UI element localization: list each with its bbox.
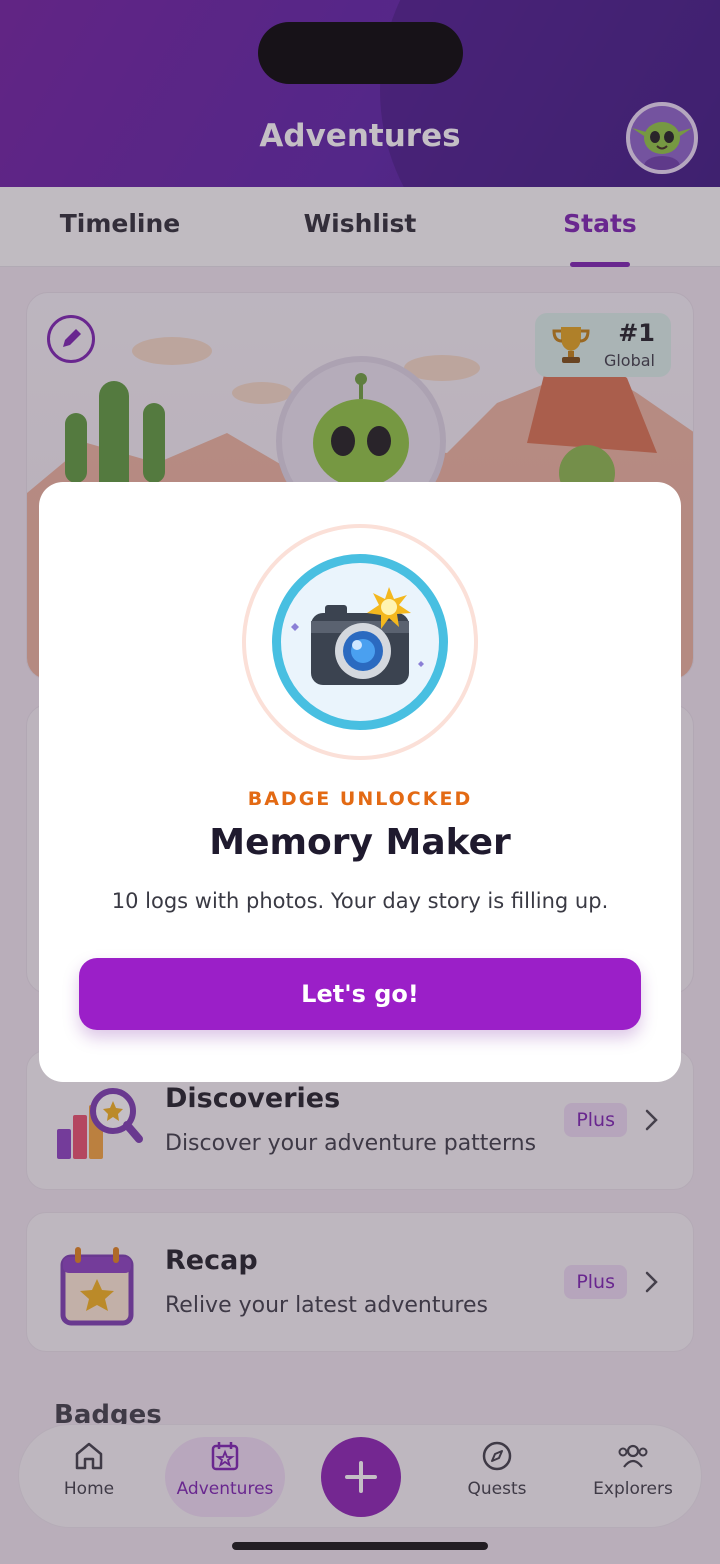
badge-description: 10 logs with photos. Your day story is f… [111,889,609,913]
lets-go-button[interactable]: Let's go! [79,958,641,1030]
badge-medallion [272,554,448,730]
badge-unlocked-dialog: BADGE UNLOCKED Memory Maker 10 logs with… [39,482,681,1082]
badge-title: Memory Maker [209,822,511,863]
camera-flash-icon [291,587,424,685]
badge-kicker-label: BADGE UNLOCKED [247,788,473,810]
